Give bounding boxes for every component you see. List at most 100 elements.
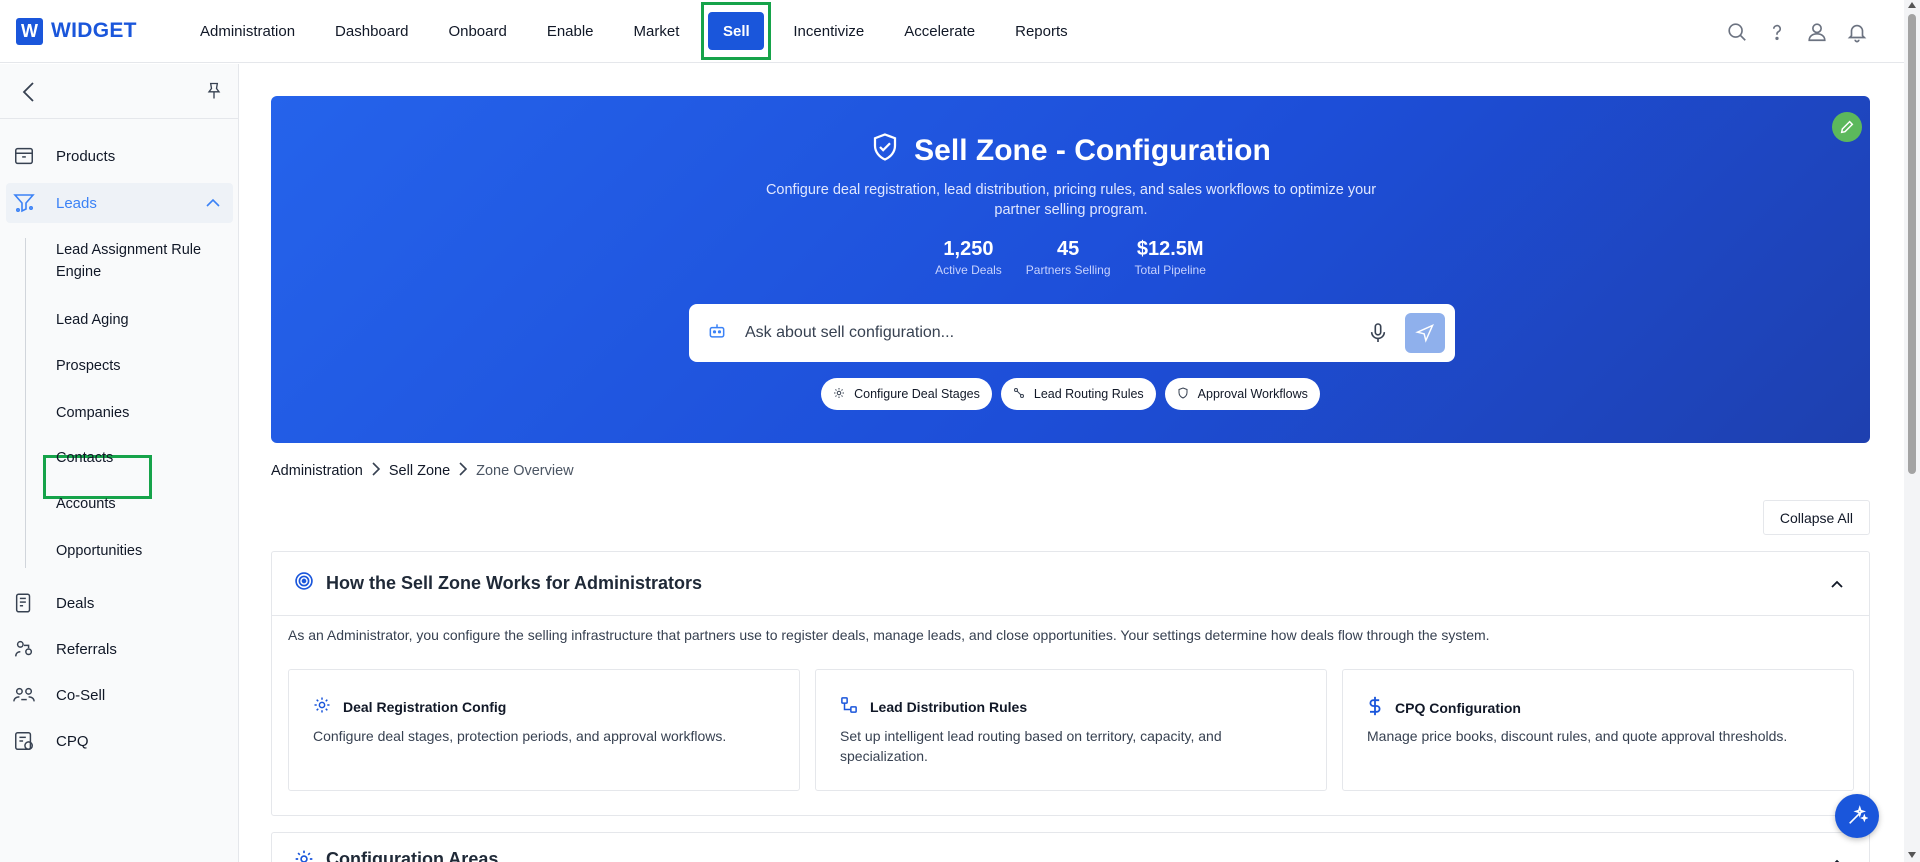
chip-lead-routing-rules[interactable]: Lead Routing Rules (1000, 378, 1156, 410)
logo-mark: W (16, 17, 43, 45)
handshake-shield-icon (870, 132, 900, 170)
ask-input[interactable] (745, 324, 1345, 342)
sidebar-subitem-prospects[interactable]: Prospects (56, 355, 226, 377)
submenu-guide-line (25, 238, 26, 568)
page-scrollbar[interactable] (1904, 0, 1920, 862)
panel-header[interactable]: How the Sell Zone Works for Administrato… (272, 552, 1869, 616)
card-lead-distribution-rules[interactable]: Lead Distribution Rules Set up intellige… (815, 669, 1327, 791)
sidebar-header (0, 64, 238, 119)
search-icon[interactable] (1726, 21, 1748, 43)
sidebar-item-products[interactable]: Products (0, 136, 239, 176)
sidebar-item-leads[interactable]: Leads (6, 183, 233, 223)
cpq-icon (12, 729, 36, 753)
stat-label: Partners Selling (1025, 263, 1111, 277)
chip-configure-deal-stages[interactable]: Configure Deal Stages (821, 378, 992, 410)
sidebar-item-label: Deals (56, 594, 95, 612)
shield-icon (1177, 386, 1189, 402)
send-button[interactable] (1405, 313, 1445, 353)
card-deal-registration-config[interactable]: Deal Registration Config Configure deal … (288, 669, 800, 791)
scroll-thumb[interactable] (1908, 14, 1916, 474)
chip-approval-workflows[interactable]: Approval Workflows (1164, 378, 1320, 410)
card-cpq-configuration[interactable]: CPQ Configuration Manage price books, di… (1342, 669, 1854, 791)
nav-enable[interactable]: Enable (527, 12, 614, 50)
breadcrumb-zone-overview: Zone Overview (476, 463, 574, 479)
card-header: CPQ Configuration (1367, 696, 1521, 719)
scroll-up-icon[interactable] (1908, 2, 1916, 8)
sidebar-subitem-companies[interactable]: Companies (56, 402, 226, 424)
how-it-works-panel: How the Sell Zone Works for Administrato… (271, 551, 1870, 816)
card-header: Deal Registration Config (313, 696, 506, 717)
chevron-right-icon (458, 462, 468, 480)
target-icon (294, 571, 314, 596)
hero-subtitle: Configure deal registration, lead distri… (765, 182, 1377, 218)
panel-title: Configuration Areas (326, 849, 499, 862)
sidebar-item-label: Referrals (56, 640, 117, 658)
sidebar-subitem-lead-aging[interactable]: Lead Aging (56, 309, 226, 331)
nav-sell[interactable]: Sell (708, 12, 765, 50)
sidebar-subitem-lead-assignment-rule-engine[interactable]: Lead Assignment Rule Engine (56, 239, 226, 283)
breadcrumb-administration[interactable]: Administration (271, 463, 363, 479)
microphone-icon[interactable] (1369, 322, 1387, 349)
chevron-right-icon (371, 462, 381, 480)
app-logo[interactable]: W WIDGET (16, 17, 176, 45)
nav-sell-highlight: Sell (701, 2, 772, 60)
sidebar-item-cpq[interactable]: CPQ (0, 721, 239, 761)
scroll-down-icon[interactable] (1908, 852, 1916, 858)
chip-label: Lead Routing Rules (1033, 387, 1144, 401)
sidebar-item-deals[interactable]: Deals (0, 583, 239, 623)
card-description: Configure deal stages, protection period… (313, 728, 727, 744)
card-title: CPQ Configuration (1395, 699, 1521, 716)
nav-reports[interactable]: Reports (995, 12, 1088, 50)
stat-label: Total Pipeline (1134, 263, 1206, 277)
breadcrumb-sell-zone[interactable]: Sell Zone (389, 463, 450, 479)
sidebar-subitem-opportunities[interactable]: Opportunities (56, 540, 226, 562)
sidebar-subitem-contacts[interactable]: Contacts (56, 447, 226, 469)
stat-label: Active Deals (935, 263, 1002, 277)
nav-administration[interactable]: Administration (180, 12, 315, 50)
help-icon[interactable] (1766, 21, 1788, 43)
pin-icon[interactable] (204, 80, 224, 107)
sidebar-subitem-accounts[interactable]: Accounts (56, 493, 226, 515)
card-description: Set up intelligent lead routing based on… (840, 728, 1222, 764)
sidebar-item-label: CPQ (56, 732, 89, 750)
nav-market[interactable]: Market (614, 12, 700, 50)
chevron-up-icon[interactable] (205, 195, 221, 215)
bell-icon[interactable] (1846, 21, 1868, 43)
sidebar-item-referrals[interactable]: Referrals (0, 629, 239, 669)
dollar-icon (1367, 696, 1383, 719)
card-header: Lead Distribution Rules (840, 696, 1027, 717)
back-icon[interactable] (20, 80, 38, 109)
chevron-up-icon[interactable] (1829, 855, 1845, 862)
chevron-up-icon[interactable] (1829, 576, 1845, 597)
nav-onboard[interactable]: Onboard (428, 12, 526, 50)
chip-label: Configure Deal Stages (854, 387, 980, 401)
referrals-icon (12, 637, 36, 661)
breadcrumb: Administration Sell Zone Zone Overview (271, 462, 574, 480)
routing-icon (1013, 387, 1025, 402)
gear-icon (294, 849, 314, 862)
card-title: Deal Registration Config (343, 698, 507, 715)
collapse-all-button[interactable]: Collapse All (1762, 500, 1870, 535)
stat-value: 45 (1057, 238, 1080, 260)
configuration-areas-panel[interactable]: Configuration Areas (271, 832, 1870, 862)
user-icon[interactable] (1806, 21, 1828, 43)
chip-label: Approval Workflows (1197, 387, 1308, 401)
stat-value: 1,250 (943, 238, 994, 260)
card-description: Manage price books, discount rules, and … (1367, 728, 1788, 744)
funnel-icon (12, 191, 36, 215)
top-icons (1726, 0, 1868, 63)
nav-incentivize[interactable]: Incentivize (773, 12, 884, 50)
sidebar-item-label: Leads (56, 194, 97, 212)
stat-partners-selling: 45 Partners Selling (1026, 238, 1111, 277)
ai-assistant-button[interactable] (1835, 794, 1879, 838)
stat-active-deals: 1,250 Active Deals (935, 238, 1002, 277)
sidebar-item-co-sell[interactable]: Co-Sell (0, 675, 239, 715)
nav-dashboard[interactable]: Dashboard (315, 12, 428, 50)
sidebar: Products Leads Lead Assignment Rule Engi… (0, 64, 239, 862)
stat-total-pipeline: $12.5M Total Pipeline (1135, 238, 1206, 277)
hero-title-row: Sell Zone - Configuration (271, 132, 1870, 170)
robot-icon (707, 321, 729, 346)
co-sell-icon (12, 683, 36, 707)
nav-accelerate[interactable]: Accelerate (884, 12, 995, 50)
hero-stats: 1,250 Active Deals 45 Partners Selling $… (271, 238, 1870, 277)
